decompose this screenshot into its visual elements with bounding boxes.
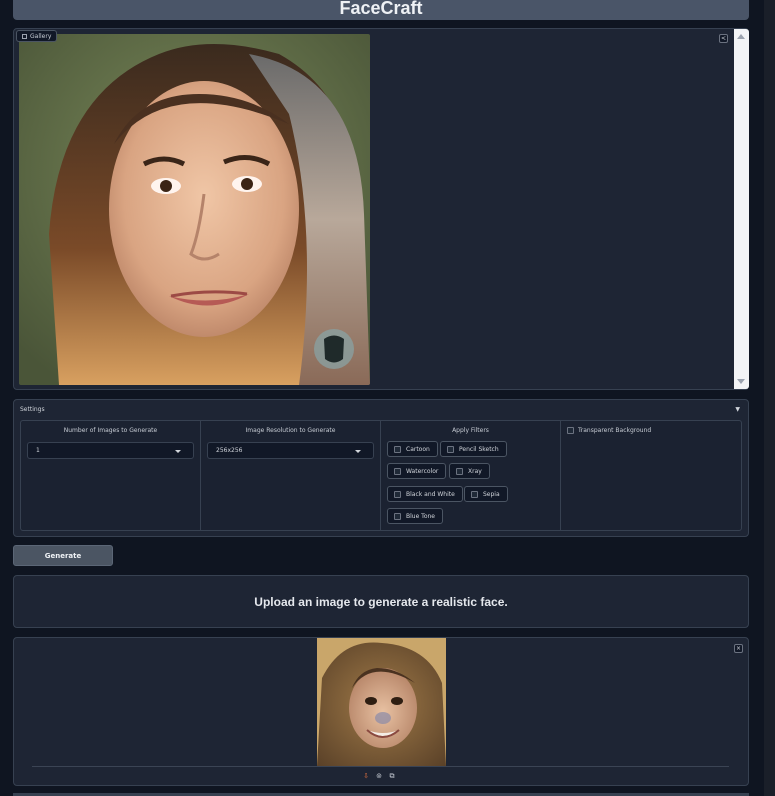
output-image[interactable] [317,638,446,766]
scroll-down-icon[interactable] [737,379,745,384]
generate-button[interactable]: Generate [13,545,113,566]
child-face-image [317,638,446,766]
transparent-background-checkbox[interactable]: Transparent Background [567,427,651,434]
output-panel: × ⇩ ⊚ ⧉ [13,637,749,786]
close-button[interactable]: × [734,644,743,653]
filter-label: Xray [468,467,482,475]
filter-label: Black and White [406,490,455,498]
num-images-dropdown[interactable]: 1 [27,442,194,459]
share-icon[interactable]: ⊚ [375,772,383,780]
share-icon: < [720,35,727,42]
checkbox[interactable] [567,427,574,434]
gallery-label-text: Gallery [30,32,52,40]
close-icon: × [735,645,742,652]
message-text: Upload an image to generate a realistic … [254,594,508,609]
resolution-label: Image Resolution to Generate [245,427,336,434]
scroll-up-icon[interactable] [737,34,745,39]
checkbox[interactable] [394,468,401,475]
filter-black-and-white[interactable]: Black and White [387,486,463,502]
resolution-value: 256x256 [216,447,243,454]
checkbox[interactable] [394,513,401,520]
transparent-label: Transparent Background [578,427,652,434]
filters-label: Apply Filters [452,427,489,434]
settings-header[interactable]: Settings ▼ [20,406,740,416]
settings-title: Settings [20,406,45,413]
app-title: FaceCraft [339,0,423,18]
filter-watercolor[interactable]: Watercolor [387,463,447,479]
filter-label: Cartoon [406,445,430,453]
divider [32,766,729,767]
resolution-dropdown[interactable]: 256x256 [207,442,374,459]
filter-xray[interactable]: Xray [449,463,490,479]
checkbox[interactable] [456,468,463,475]
download-icon[interactable]: ⇩ [362,772,370,780]
filter-blue-tone[interactable]: Blue Tone [387,508,443,524]
num-images-value: 1 [36,447,40,454]
image-icon [22,33,27,39]
dropdown-caret-icon [355,450,361,453]
transparent-column: Transparent Background [561,421,741,530]
filter-label: Pencil Sketch [459,445,499,453]
filter-label: Sepia [483,490,500,498]
settings-grid: Number of Images to Generate 1 Image Res… [20,420,742,531]
message-panel: Upload an image to generate a realistic … [13,575,749,628]
share-button[interactable]: < [719,34,728,43]
resolution-column: Image Resolution to Generate 256x256 [201,421,381,530]
gallery-image[interactable] [19,34,370,385]
checkbox[interactable] [394,491,401,498]
page-scrollbar[interactable] [764,0,775,796]
num-images-label: Number of Images to Generate [63,427,158,434]
gallery-label: Gallery [16,30,58,42]
filter-pencil-sketch[interactable]: Pencil Sketch [440,441,507,457]
output-actions: ⇩ ⊚ ⧉ [362,772,396,780]
checkbox[interactable] [447,446,454,453]
collapse-icon[interactable]: ▼ [735,406,740,416]
filters-column: Apply Filters Cartoon Pencil Sketch Wate… [381,421,561,530]
num-images-column: Number of Images to Generate 1 [21,421,201,530]
gallery-panel: Gallery < [13,28,749,390]
face-image [19,34,370,385]
filter-label: Blue Tone [406,512,435,520]
filter-label: Watercolor [406,467,439,475]
filter-cartoon[interactable]: Cartoon [387,441,438,457]
settings-panel: Settings ▼ Number of Images to Generate … [13,399,749,537]
gallery-scrollbar[interactable] [734,29,749,389]
filter-sepia[interactable]: Sepia [464,486,508,502]
checkbox[interactable] [394,446,401,453]
copy-icon[interactable]: ⧉ [388,772,396,780]
checkbox[interactable] [471,491,478,498]
app-header: FaceCraft [13,0,749,20]
dropdown-caret-icon [175,450,181,453]
